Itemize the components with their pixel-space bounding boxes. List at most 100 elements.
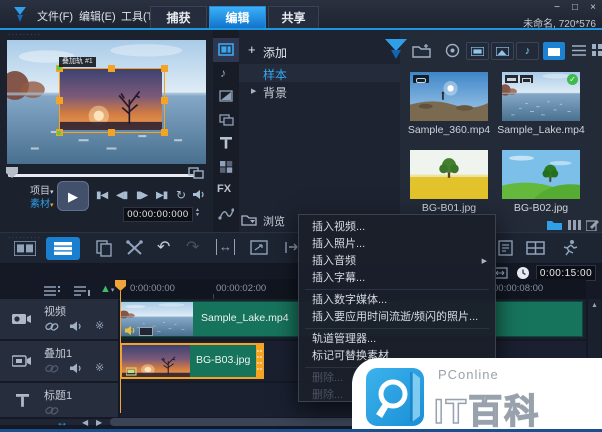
mute-icon[interactable] <box>70 321 83 332</box>
tab-edit[interactable]: 编辑 <box>209 6 266 28</box>
overlay-sunset-image <box>60 69 162 130</box>
thumb-view-icon[interactable] <box>592 44 602 57</box>
clip-bgb03[interactable]: BG-B03.jpg <box>120 343 264 379</box>
resize-handle-tm[interactable] <box>108 65 115 72</box>
enlarge-preview-icon[interactable] <box>188 165 204 179</box>
tab-capture[interactable]: 捕获 <box>150 6 207 28</box>
menu-separator <box>305 328 489 329</box>
library-item-samplelake[interactable]: ✓ <box>502 72 580 121</box>
timeline-scrollbar-thumb[interactable] <box>110 418 360 426</box>
folder-sample-row[interactable]: 样本 <box>239 64 400 82</box>
repeat-button[interactable]: ↻ <box>176 188 186 202</box>
play-button[interactable]: ▶ <box>57 181 89 211</box>
resize-handle-bm[interactable] <box>108 129 115 136</box>
ripple-icon[interactable]: ※ <box>95 361 104 374</box>
panel-grip[interactable]: ········· <box>8 32 41 38</box>
filter-sample-button[interactable] <box>543 42 565 60</box>
menu-item-insert-subtitle[interactable]: 插入字幕... <box>299 270 495 287</box>
track-list-icon[interactable] <box>44 285 60 297</box>
library-item-sample360[interactable] <box>410 72 488 121</box>
library-item-bgb01[interactable] <box>410 150 488 199</box>
filter-photo-button[interactable] <box>491 42 514 60</box>
resize-handle-mr[interactable] <box>161 97 168 104</box>
filter-video-button[interactable] <box>466 42 489 60</box>
go-end-button[interactable]: ▶▮ <box>156 190 167 201</box>
library-folder-icon[interactable] <box>546 219 563 231</box>
tools-icon[interactable] <box>126 240 143 256</box>
storyboard-view-icon[interactable] <box>14 241 36 256</box>
preview-video-area[interactable]: 叠加轨 #1 <box>7 40 206 164</box>
ruler-label-8: 00:00:08:00 <box>493 283 543 294</box>
folder-background-row[interactable]: ▶ 背景 <box>239 82 400 100</box>
menu-edit[interactable]: 编辑(E) <box>79 8 116 24</box>
fit-project-icon[interactable]: ↔ <box>216 239 235 255</box>
go-start-button[interactable]: ▮◀ <box>96 190 107 201</box>
expander-icon[interactable]: ▶ <box>251 87 256 95</box>
add-icon[interactable]: + <box>248 42 256 57</box>
clip-trim-handle[interactable] <box>256 345 262 377</box>
redo-button[interactable]: ↷ <box>186 237 199 257</box>
track-height-icon[interactable] <box>74 285 90 297</box>
menu-file[interactable]: 文件(F) <box>37 8 73 24</box>
list-view-icon[interactable] <box>572 44 586 57</box>
minimize-button[interactable]: − <box>550 2 564 14</box>
overlay-clip-selection[interactable]: 叠加轨 #1 <box>59 68 165 133</box>
record-disc-icon[interactable] <box>445 43 460 58</box>
overlay-track-icon[interactable] <box>12 354 32 368</box>
resize-handle-tr[interactable] <box>161 65 168 72</box>
scroll-left-button[interactable]: ◀ <box>82 418 88 427</box>
volume-icon[interactable] <box>192 189 206 200</box>
category-media[interactable] <box>213 38 239 62</box>
next-frame-button[interactable]: ▮▶ <box>136 190 147 201</box>
resize-window-icon[interactable] <box>250 240 268 255</box>
resize-handle-br[interactable] <box>161 129 168 136</box>
resize-handle-ml[interactable] <box>56 97 63 104</box>
chapter-cue-icon[interactable] <box>498 240 513 256</box>
category-graphics[interactable] <box>219 160 233 173</box>
filter-audio-button[interactable]: ♪ <box>516 42 539 60</box>
menu-item-insert-photo[interactable]: 插入照片... <box>299 236 495 253</box>
preview-timecode[interactable]: 00:00:00:000 <box>123 207 193 222</box>
category-transition[interactable] <box>219 90 233 102</box>
maximize-button[interactable]: □ <box>568 2 582 14</box>
library-grid-icon[interactable] <box>568 220 581 230</box>
motion-tracking-icon[interactable] <box>560 239 578 256</box>
add-label[interactable]: 添加 <box>263 44 287 61</box>
category-title[interactable] <box>220 137 232 149</box>
menu-item-insert-audio[interactable]: 插入音频▶ <box>299 253 495 270</box>
menu-item-track-manager[interactable]: 轨道管理器... <box>299 331 495 348</box>
paste-attributes-icon[interactable] <box>96 240 112 257</box>
split-screen-template-icon[interactable] <box>526 241 545 255</box>
title-bar: 文件(F) 编辑(E) 工具(T) 捕获 编辑 共享 − □ × <box>0 0 602 30</box>
title-track-icon[interactable] <box>16 394 29 407</box>
menu-item-insert-timelapse-photo[interactable]: 插入要应用时间流逝/频闪的照片... <box>299 309 495 326</box>
link-icon[interactable] <box>45 321 59 332</box>
import-media-icon[interactable] <box>412 43 432 58</box>
ripple-edit-icon[interactable] <box>284 240 298 255</box>
category-audio[interactable]: ♪ <box>220 66 226 80</box>
library-item-bgb02[interactable] <box>502 150 580 199</box>
prev-frame-button[interactable]: ◀▮ <box>116 190 127 201</box>
menu-item-insert-video[interactable]: 插入视频... <box>299 219 495 236</box>
clip-mode-button[interactable]: 素材▾ <box>30 195 54 210</box>
category-motion[interactable] <box>218 206 234 220</box>
ripple-icon[interactable]: ※ <box>95 319 104 332</box>
video-track-icon[interactable] <box>12 312 32 326</box>
timeline-view-button[interactable] <box>46 237 80 260</box>
add-track-button[interactable]: ▲▾ <box>100 283 114 295</box>
scroll-up-button[interactable]: ▲ <box>591 302 598 309</box>
tab-share[interactable]: 共享 <box>268 6 319 28</box>
category-filter[interactable]: FX <box>217 183 231 195</box>
library-edit-icon[interactable] <box>586 219 599 231</box>
category-overlay[interactable] <box>219 114 234 126</box>
scroll-right-button[interactable]: ▶ <box>96 418 102 427</box>
menu-item-insert-digital-media[interactable]: 插入数字媒体... <box>299 292 495 309</box>
mute-icon[interactable] <box>70 363 83 374</box>
link-icon[interactable] <box>45 363 59 374</box>
fit-timeline-button[interactable]: ↔ <box>56 415 68 429</box>
undo-button[interactable]: ↶ <box>157 237 170 257</box>
seek-bar[interactable] <box>8 174 198 177</box>
close-button[interactable]: × <box>586 2 600 14</box>
pin-panel-icon[interactable] <box>384 38 408 60</box>
timecode-stepper[interactable]: ▲▼ <box>195 208 200 218</box>
